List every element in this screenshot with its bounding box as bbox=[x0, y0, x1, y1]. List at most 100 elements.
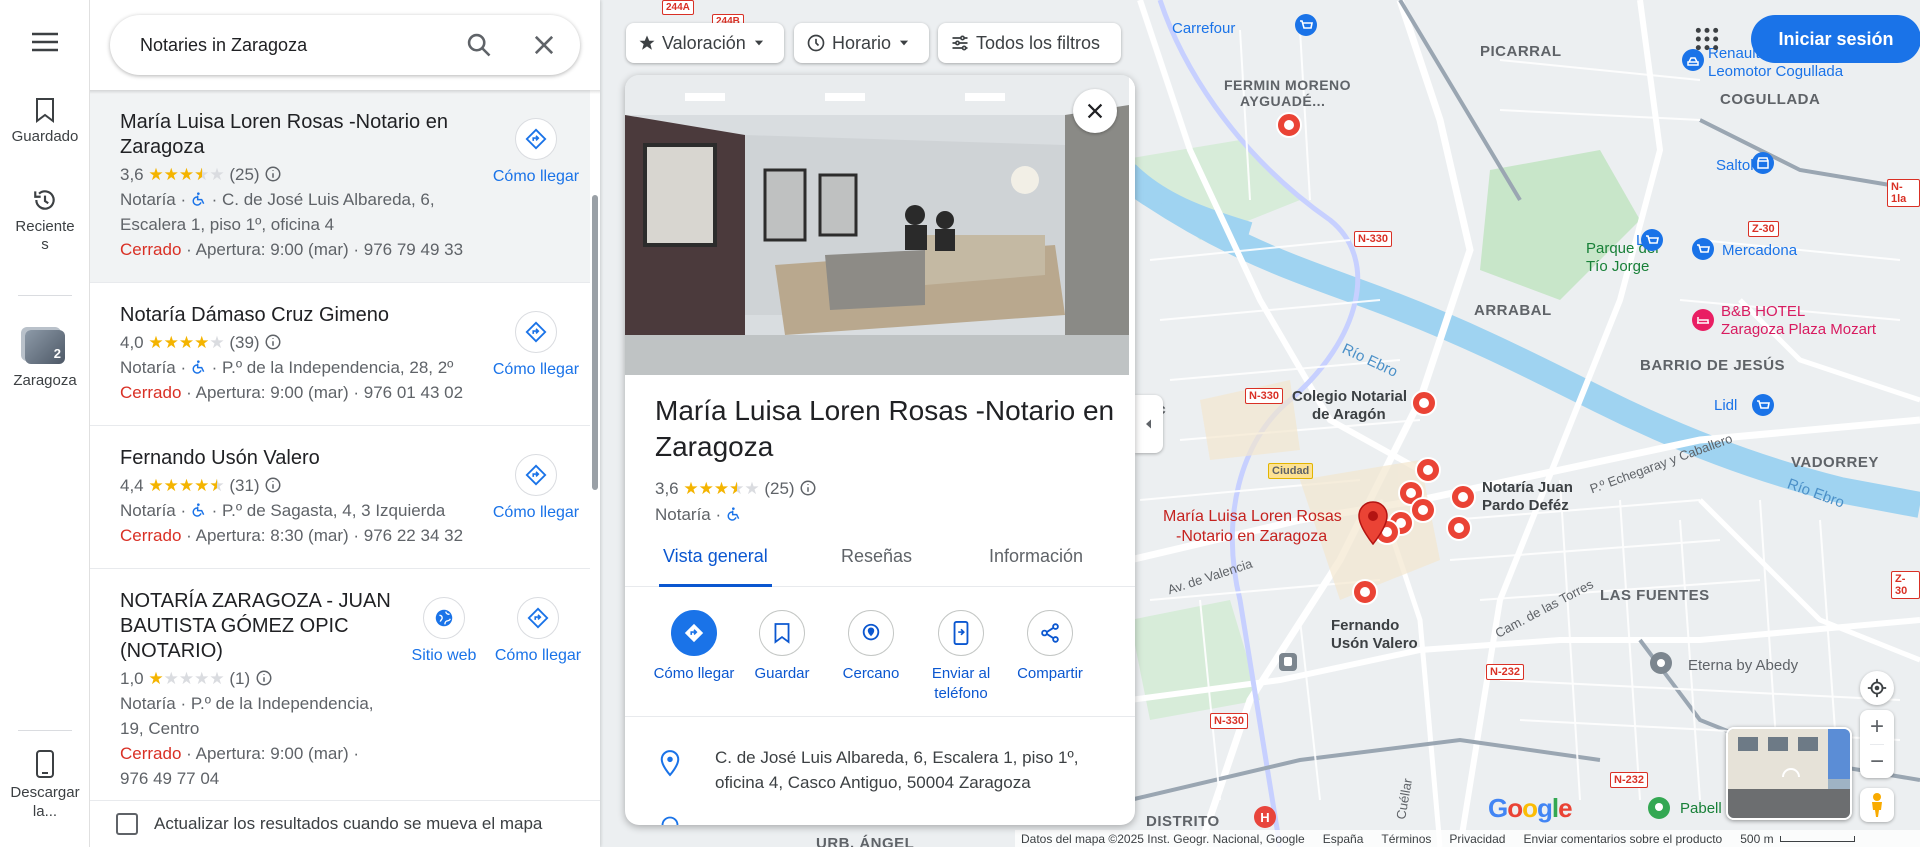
hotel-icon[interactable] bbox=[1692, 309, 1714, 331]
all-filters-chip[interactable]: Todos los filtros bbox=[938, 23, 1121, 63]
results-scrollbar[interactable] bbox=[592, 195, 598, 490]
close-card-button[interactable] bbox=[1073, 89, 1117, 133]
card-share-button[interactable]: Compartir bbox=[1005, 610, 1095, 684]
privacy-link[interactable]: Privacidad bbox=[1449, 832, 1505, 846]
card-save-button[interactable]: Guardar bbox=[737, 610, 827, 684]
rating-value: 1,0 bbox=[120, 669, 144, 688]
terms-link[interactable]: Términos bbox=[1381, 832, 1431, 846]
result-item[interactable]: María Luisa Loren Rosas -Notario en Zara… bbox=[90, 90, 590, 283]
selected-location-pin[interactable] bbox=[1356, 500, 1390, 546]
zoom-out-button[interactable]: − bbox=[1869, 744, 1884, 778]
result-item[interactable]: NOTARÍA ZARAGOZA - JUAN BAUTISTA GÓMEZ O… bbox=[90, 569, 590, 800]
directions-button[interactable]: Cómo llegar bbox=[490, 597, 586, 665]
result-pin[interactable] bbox=[1411, 390, 1437, 422]
left-rail: Guardado Reciente s 2 Zaragoza Descargar… bbox=[0, 0, 90, 847]
result-title-line2[interactable]: Zaragoza bbox=[120, 135, 205, 160]
hospital-icon[interactable]: H bbox=[1254, 806, 1276, 828]
feedback-link[interactable]: Enviar comentarios sobre el producto bbox=[1523, 832, 1722, 846]
website-button[interactable]: Sitio web bbox=[396, 597, 492, 665]
tab-overview[interactable]: Vista general bbox=[659, 535, 772, 587]
info-icon[interactable] bbox=[264, 333, 282, 351]
card-nearby-button[interactable]: Cercano bbox=[826, 610, 916, 684]
collapse-panel-button[interactable] bbox=[1135, 395, 1163, 453]
place-type[interactable]: Notaría · bbox=[655, 505, 721, 524]
map-label-selected: María Luisa Loren Rosas bbox=[1163, 508, 1342, 525]
tab-info[interactable]: Información bbox=[989, 535, 1083, 587]
pegman-icon bbox=[1872, 793, 1882, 817]
saved-label: Guardado bbox=[11, 128, 79, 145]
recent-label-line2: s bbox=[41, 236, 49, 253]
street-view-thumbnail[interactable] bbox=[1726, 727, 1852, 820]
directions-icon bbox=[527, 607, 549, 629]
clear-search-icon[interactable] bbox=[530, 31, 558, 59]
apps-grid-icon[interactable] bbox=[1694, 26, 1720, 52]
scale-label[interactable]: 500 m bbox=[1740, 832, 1773, 846]
filter-rating-chip[interactable]: Valoración bbox=[626, 23, 784, 63]
directions-button[interactable]: Cómo llegar bbox=[488, 454, 584, 522]
update-results-row[interactable]: Actualizar los resultados cuando se muev… bbox=[90, 800, 600, 847]
place-tabs: Vista general Reseñas Información bbox=[625, 535, 1135, 587]
search-icon[interactable] bbox=[465, 31, 493, 59]
result-title[interactable]: Notaría Dámaso Cruz Gimeno bbox=[120, 303, 389, 328]
nearby-icon bbox=[862, 623, 880, 641]
result-pin[interactable] bbox=[1450, 484, 1476, 516]
info-icon[interactable] bbox=[264, 476, 282, 494]
bus-stop-icon[interactable] bbox=[1278, 652, 1298, 672]
result-title[interactable]: María Luisa Loren Rosas -Notario en bbox=[120, 110, 448, 135]
place-photo[interactable] bbox=[625, 75, 1129, 375]
menu-button[interactable] bbox=[0, 32, 90, 57]
result-title[interactable]: NOTARÍA ZARAGOZA - JUAN bbox=[120, 589, 391, 614]
street-view-pegman-button[interactable] bbox=[1860, 788, 1894, 822]
result-pin[interactable] bbox=[1276, 112, 1302, 144]
my-location-button[interactable] bbox=[1860, 671, 1894, 705]
card-send-to-phone-button[interactable]: Enviar al teléfono bbox=[916, 610, 1006, 704]
place-icon[interactable] bbox=[1650, 652, 1672, 674]
car-dealer-icon[interactable] bbox=[1682, 49, 1704, 71]
info-icon[interactable] bbox=[799, 479, 817, 497]
directions-button[interactable]: Cómo llegar bbox=[488, 311, 584, 379]
filter-hours-chip[interactable]: Horario bbox=[794, 23, 929, 63]
download-app-button[interactable]: Descargar la... bbox=[0, 750, 90, 821]
shopping-cart-icon[interactable] bbox=[1295, 14, 1317, 36]
review-count: (39) bbox=[229, 333, 260, 352]
recent-button[interactable]: Reciente s bbox=[0, 187, 90, 254]
search-box[interactable] bbox=[110, 15, 580, 75]
result-item[interactable]: Fernando Usón Valero 4,4 ★★★★★★ (31) Not… bbox=[90, 426, 590, 569]
info-icon[interactable] bbox=[255, 669, 273, 687]
road-shield-n330: N-330 bbox=[1210, 713, 1248, 729]
country-link[interactable]: España bbox=[1323, 832, 1364, 846]
card-nearby-label: Cercano bbox=[842, 665, 900, 682]
results-list: María Luisa Loren Rosas -Notario en Zara… bbox=[90, 90, 590, 800]
dropdown-arrow-icon bbox=[899, 40, 909, 46]
card-directions-button[interactable]: Cómo llegar bbox=[649, 610, 739, 684]
update-results-checkbox[interactable] bbox=[116, 813, 138, 835]
result-hours-row: Cerrado · Apertura: 8:30 (mar) · 976 22 … bbox=[120, 523, 463, 548]
result-title-line2[interactable]: BAUTISTA GÓMEZ OPIC bbox=[120, 614, 349, 639]
store-icon[interactable] bbox=[1752, 152, 1774, 174]
result-item[interactable]: Notaría Dámaso Cruz Gimeno 4,0 ★★★★★ (39… bbox=[90, 283, 590, 426]
map-label-arrabal: ARRABAL bbox=[1474, 302, 1552, 319]
shopping-cart-icon[interactable] bbox=[1641, 229, 1663, 251]
result-rating-row: 1,0 ★★★★★ (1) bbox=[120, 666, 273, 691]
result-phone: 976 49 77 04 bbox=[120, 769, 220, 788]
map-label-pabell: Pabell bbox=[1680, 800, 1722, 817]
park-icon[interactable] bbox=[1648, 797, 1670, 819]
search-input[interactable] bbox=[140, 34, 440, 56]
recent-place-zaragoza[interactable]: 2 Zaragoza bbox=[0, 330, 90, 389]
review-count[interactable]: (25) bbox=[764, 479, 794, 498]
result-title-line3[interactable]: (NOTARIO) bbox=[120, 639, 223, 664]
result-title[interactable]: Fernando Usón Valero bbox=[120, 446, 320, 471]
place-title: María Luisa Loren Rosas -Notario en Zara… bbox=[655, 395, 1115, 462]
place-address[interactable]: C. de José Luis Albareda, 6, Escalera 1,… bbox=[715, 745, 1115, 795]
saved-button[interactable]: Guardado bbox=[0, 97, 90, 145]
directions-icon bbox=[525, 321, 547, 343]
zoom-in-button[interactable]: + bbox=[1870, 710, 1884, 744]
result-pin[interactable] bbox=[1352, 579, 1378, 611]
shopping-cart-icon[interactable] bbox=[1752, 394, 1774, 416]
directions-button[interactable]: Cómo llegar bbox=[488, 118, 584, 186]
info-icon[interactable] bbox=[264, 165, 282, 183]
tab-reviews[interactable]: Reseñas bbox=[841, 535, 912, 587]
shopping-cart-icon[interactable] bbox=[1692, 238, 1714, 260]
result-pin[interactable] bbox=[1446, 515, 1472, 547]
sign-in-button[interactable]: Iniciar sesión bbox=[1751, 15, 1920, 63]
